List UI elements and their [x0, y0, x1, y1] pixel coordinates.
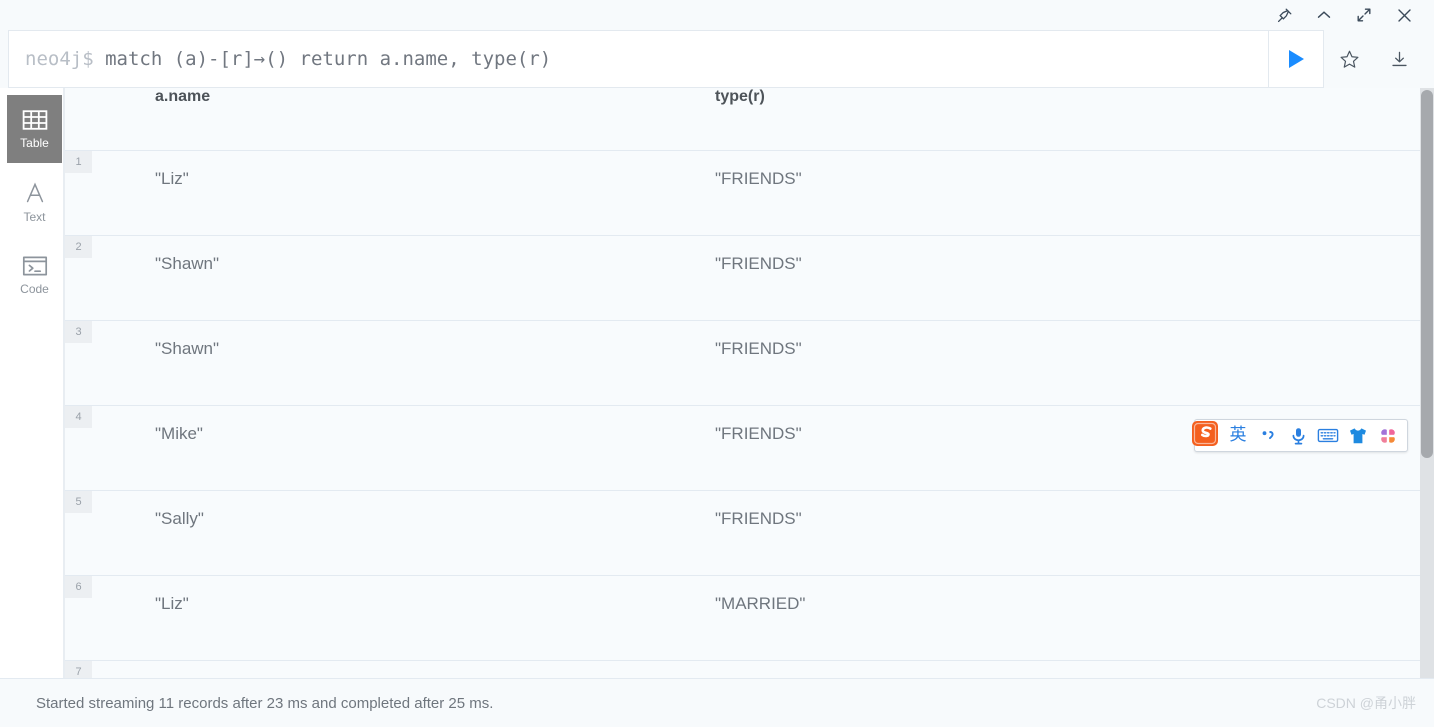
sidebar-item-text[interactable]: Text — [7, 168, 62, 236]
chevron-up-icon[interactable] — [1304, 0, 1344, 30]
sogou-logo-icon — [1192, 420, 1218, 446]
text-icon — [22, 181, 48, 205]
sidebar-item-code-label: Code — [20, 282, 49, 296]
ime-skin-icon[interactable] — [1343, 420, 1373, 451]
row-index-cell: 7 — [65, 660, 141, 678]
status-bar: Started streaming 11 records after 23 ms… — [0, 678, 1434, 727]
row-number: 2 — [65, 235, 92, 258]
ime-keyboard-icon[interactable] — [1313, 420, 1343, 451]
row-index-cell: 1 — [65, 150, 141, 236]
table-header-row: a.name type(r) — [65, 88, 1434, 151]
cell-type-r: "FRIENDS" — [701, 235, 1434, 321]
ime-microphone-icon[interactable] — [1283, 420, 1313, 451]
row-index-cell: 3 — [65, 320, 141, 406]
header-type-r[interactable]: type(r) — [701, 88, 1434, 151]
ime-toolbox-icon[interactable] — [1373, 420, 1403, 451]
close-icon[interactable] — [1384, 0, 1424, 30]
neo4j-browser-frame: neo4j$ match (a)-[r]→() return a.name, t… — [0, 0, 1434, 727]
table-row[interactable]: 7 — [65, 660, 1434, 678]
run-query-button[interactable] — [1268, 30, 1324, 88]
row-index-cell: 5 — [65, 490, 141, 576]
cell-type-r: "MARRIED" — [701, 575, 1434, 661]
code-icon — [22, 255, 48, 277]
row-number: 1 — [65, 150, 92, 173]
download-icon — [1391, 51, 1407, 66]
status-message: Started streaming 11 records after 23 ms… — [36, 694, 494, 712]
view-mode-sidebar: Table Text Code — [0, 88, 64, 678]
cell-type-r — [701, 660, 1434, 678]
sidebar-item-code[interactable]: Code — [7, 241, 62, 309]
table-icon — [22, 109, 48, 131]
query-text: match (a)-[r]→() return a.name, type(r) — [105, 48, 552, 70]
table-row[interactable]: 1 "Liz" "FRIENDS" — [65, 150, 1434, 236]
star-icon — [1340, 50, 1358, 68]
query-editor-bar: neo4j$ match (a)-[r]→() return a.name, t… — [0, 30, 1434, 88]
row-number: 3 — [65, 320, 92, 343]
table-header: a.name type(r) — [65, 88, 1434, 151]
play-icon — [1289, 50, 1304, 68]
table-row[interactable]: 2 "Shawn" "FRIENDS" — [65, 235, 1434, 321]
ime-mode-button[interactable]: 英 — [1223, 420, 1253, 451]
frame-title-bar — [0, 0, 1434, 30]
row-number: 6 — [65, 575, 92, 598]
ime-mode-label: 英 — [1229, 425, 1247, 445]
header-a-name[interactable]: a.name — [141, 88, 701, 151]
cell-a-name: "Shawn" — [141, 235, 701, 321]
row-index-cell: 2 — [65, 235, 141, 321]
cell-a-name: "Mike" — [141, 405, 701, 491]
row-index-cell: 6 — [65, 575, 141, 661]
watermark-label: CSDN @甬小胖 — [1316, 695, 1416, 711]
row-number: 7 — [65, 660, 92, 678]
cell-a-name: "Shawn" — [141, 320, 701, 406]
toolbox-grid-icon — [1380, 427, 1396, 444]
cell-type-r: "FRIENDS" — [701, 150, 1434, 236]
cell-a-name: "Liz" — [141, 150, 701, 236]
table-row[interactable]: 5 "Sally" "FRIENDS" — [65, 490, 1434, 576]
table-body: 1 "Liz" "FRIENDS" 2 "Shawn" "FRIENDS" 3 … — [65, 150, 1434, 678]
tshirt-icon — [1350, 427, 1366, 443]
expand-icon[interactable] — [1344, 0, 1384, 30]
ime-logo-icon[interactable] — [1189, 417, 1223, 450]
results-table-pane: a.name type(r) 1 "Liz" "FRIENDS" 2 "Shaw… — [64, 88, 1434, 678]
sidebar-item-table[interactable]: Table — [7, 95, 62, 163]
cell-a-name — [141, 660, 701, 678]
table-row[interactable]: 6 "Liz" "MARRIED" — [65, 575, 1434, 661]
row-index-cell: 4 — [65, 405, 141, 491]
results-scrollbar[interactable] — [1420, 88, 1434, 678]
cell-type-r: "FRIENDS" — [701, 490, 1434, 576]
query-input[interactable]: neo4j$ match (a)-[r]→() return a.name, t… — [8, 30, 1268, 88]
header-row-index — [65, 88, 141, 151]
pin-icon[interactable] — [1264, 0, 1304, 30]
row-number: 5 — [65, 490, 92, 513]
cell-a-name: "Sally" — [141, 490, 701, 576]
query-prompt-label: neo4j$ — [25, 48, 106, 70]
cell-a-name: "Liz" — [141, 575, 701, 661]
row-number: 4 — [65, 405, 92, 428]
favorite-button[interactable] — [1324, 30, 1374, 88]
sidebar-item-text-label: Text — [23, 210, 46, 224]
sidebar-item-table-label: Table — [20, 136, 49, 150]
results-table: a.name type(r) 1 "Liz" "FRIENDS" 2 "Shaw… — [65, 88, 1434, 678]
table-row[interactable]: 3 "Shawn" "FRIENDS" — [65, 320, 1434, 406]
results-scrollbar-thumb[interactable] — [1421, 90, 1433, 458]
download-button[interactable] — [1374, 30, 1424, 88]
results-frame: Table Text Code a.name type(r) 1 "Liz" "… — [0, 88, 1434, 678]
ime-toolbar[interactable]: 英 — [1192, 419, 1408, 452]
ime-punctuation-icon[interactable] — [1253, 420, 1283, 451]
cell-type-r: "FRIENDS" — [701, 320, 1434, 406]
